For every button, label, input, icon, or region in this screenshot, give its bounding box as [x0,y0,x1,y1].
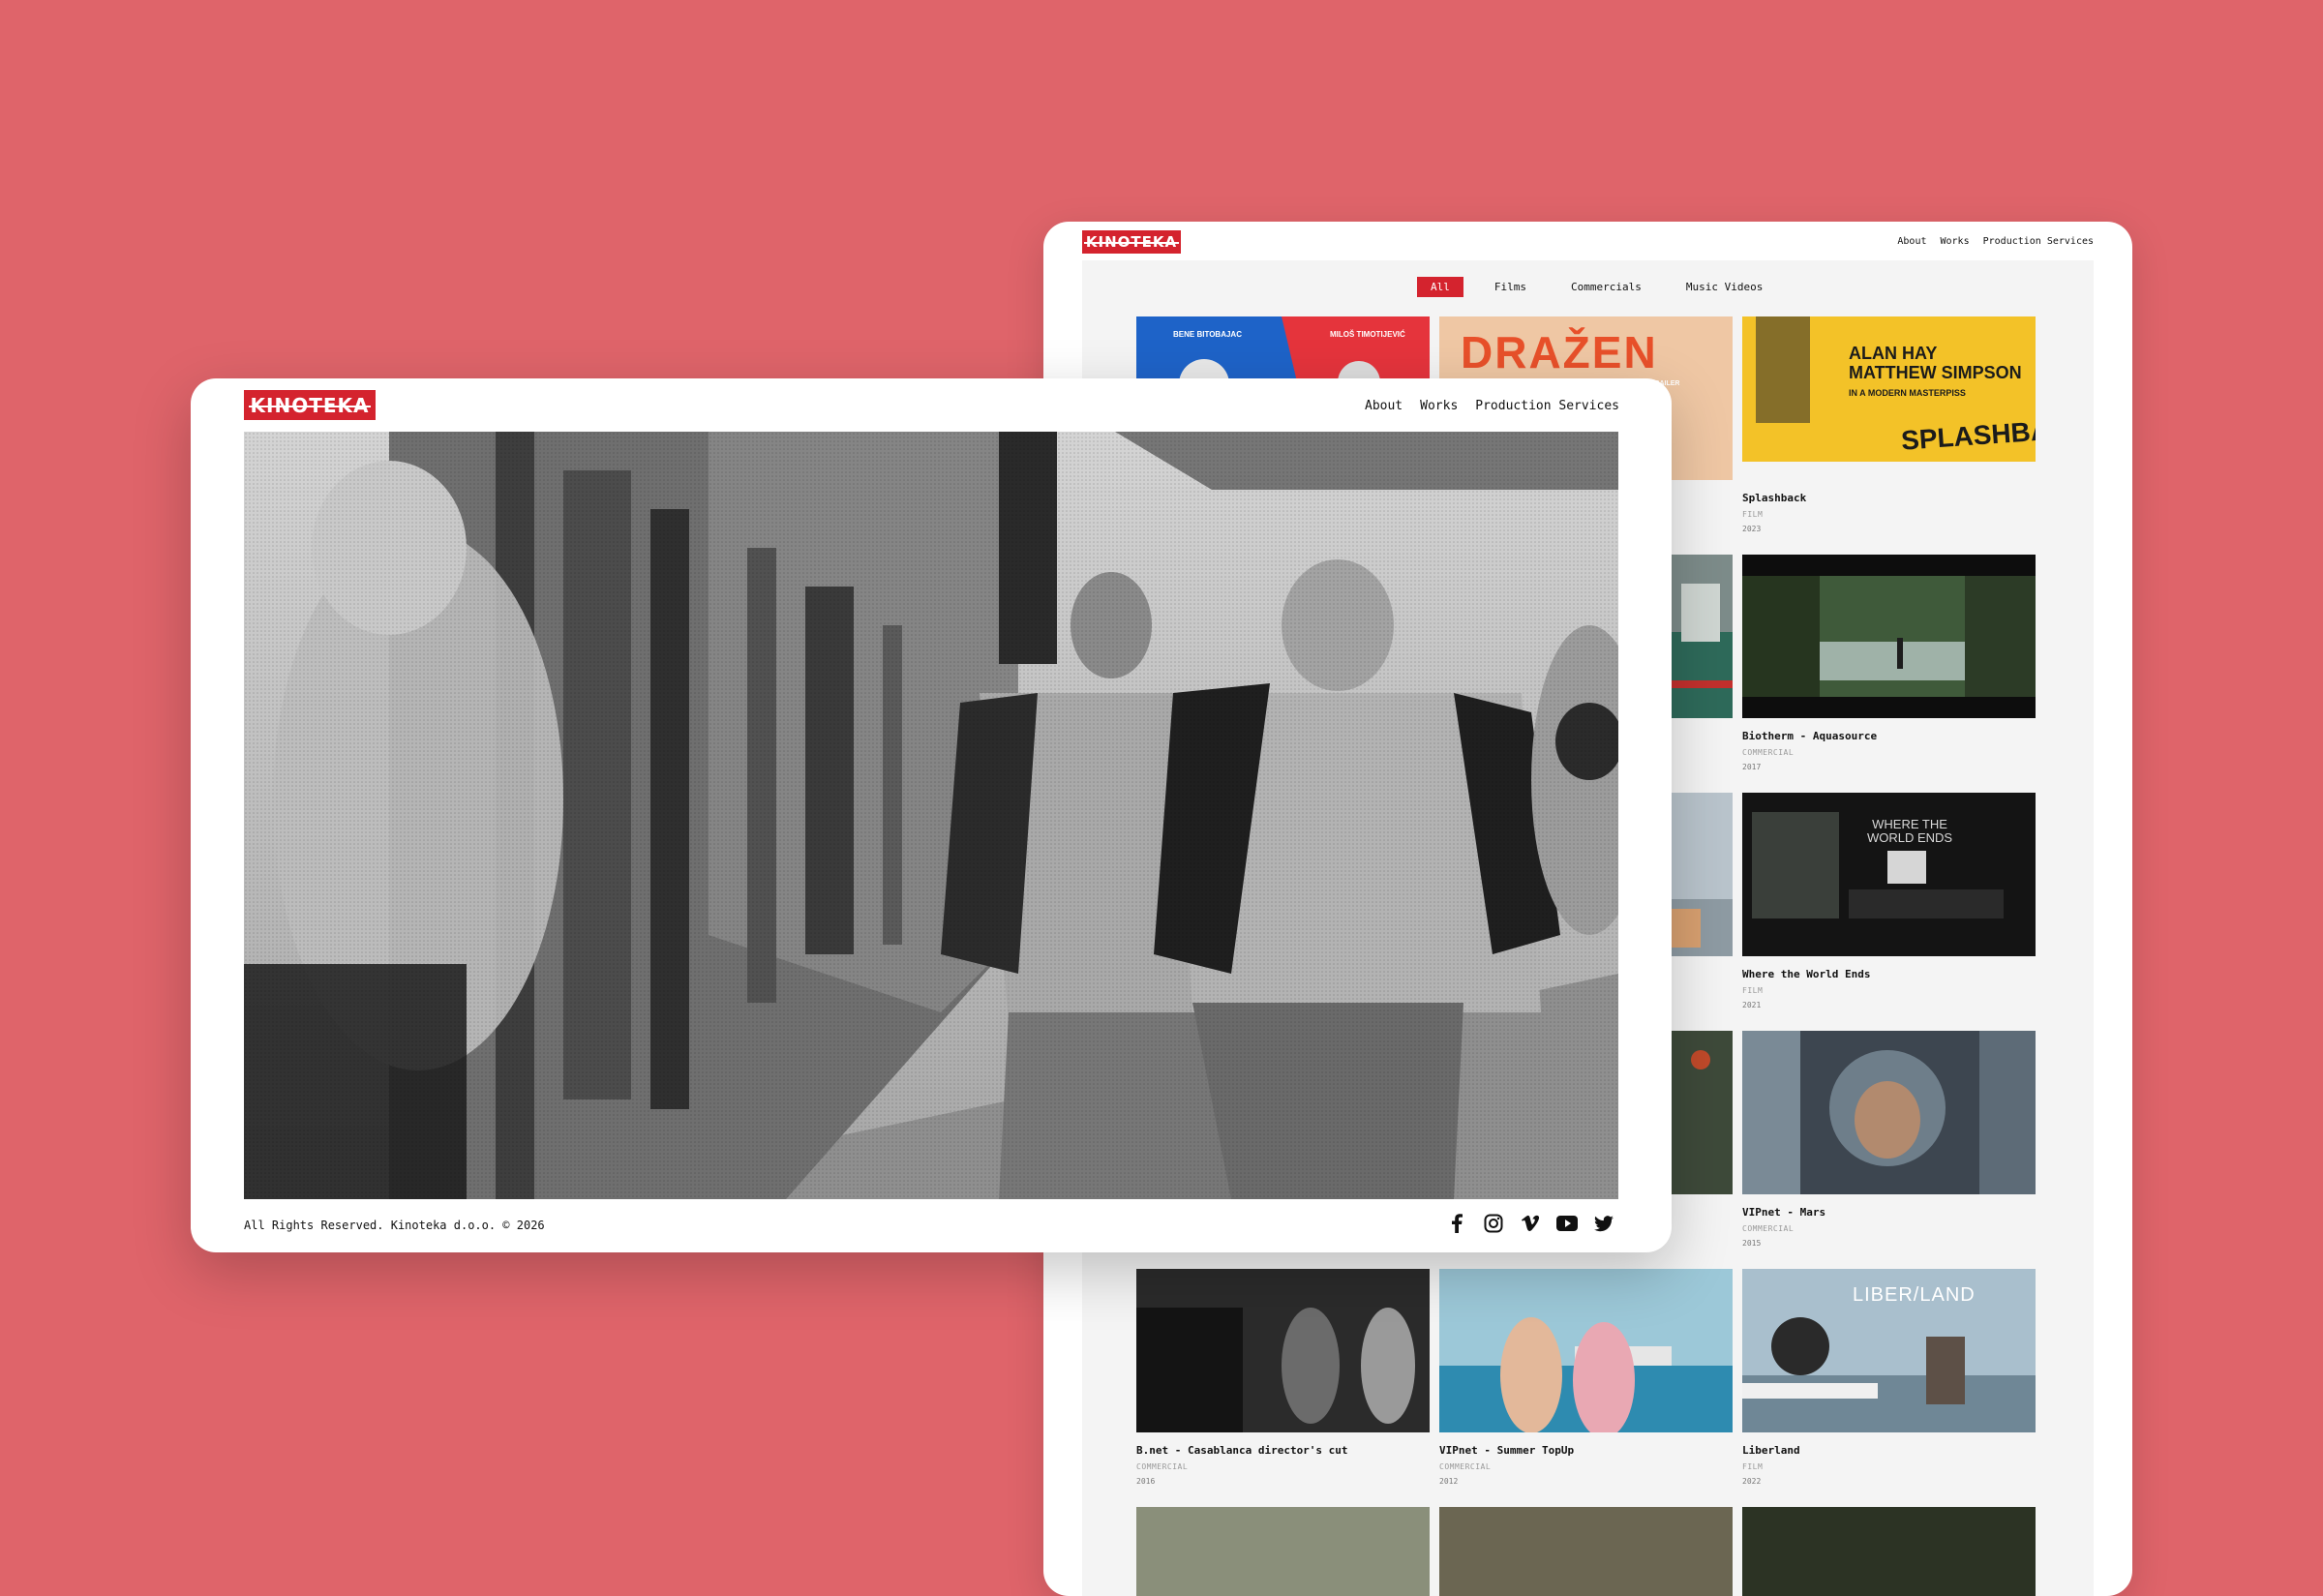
work-thumbnail[interactable]: LIBER/LAND [1742,1269,2036,1432]
work-year: 2017 [1742,763,1762,771]
work-card[interactable] [1136,1507,1430,1596]
nav-production-services[interactable]: Production Services [1475,399,1619,413]
work-type: COMMERCIAL [1742,748,1795,757]
work-card[interactable] [1439,1507,1733,1596]
youtube-icon[interactable] [1556,1213,1578,1234]
filter-films[interactable]: Films [1481,277,1540,297]
twitter-icon[interactable] [1593,1213,1614,1234]
work-title[interactable]: Where the World Ends [1742,968,2036,980]
work-year: 2021 [1742,1001,1762,1009]
work-card[interactable]: VIPnet - Mars COMMERCIAL 2015 [1742,1031,2036,1248]
filter-all[interactable]: All [1417,277,1463,297]
work-type: FILM [1742,1462,1764,1471]
work-card[interactable]: VIPnet - Summer TopUp COMMERCIAL 2012 [1439,1269,1733,1486]
main-nav: About Works Production Services [1365,399,1619,413]
copyright: All Rights Reserved. Kinoteka d.o.o. © 2… [244,1219,545,1232]
nav-works[interactable]: Works [1420,399,1458,413]
main-nav: About Works Production Services [1897,236,2094,247]
drazen-title: DRAŽEN [1461,327,1658,377]
work-type: COMMERCIAL [1136,1462,1189,1471]
work-card[interactable] [1742,1507,2036,1596]
wwe-title: WHERE THE WORLD ENDS [1866,817,1953,845]
liberland-title: LIBER/LAND [1853,1284,1976,1306]
work-title[interactable]: VIPnet - Mars [1742,1206,2036,1219]
work-type: COMMERCIAL [1742,1224,1795,1233]
work-thumbnail[interactable] [1136,1507,1430,1596]
work-title[interactable]: B.net - Casablanca director's cut [1136,1444,1430,1457]
work-thumbnail[interactable] [1439,1269,1733,1432]
splashback-cast: ALAN HAY MATTHEW SIMPSON [1849,344,2022,382]
work-thumbnail[interactable] [1136,1269,1430,1432]
nav-production-services[interactable]: Production Services [1983,236,2094,247]
work-year: 2015 [1742,1239,1762,1248]
logo[interactable]: KINOTEKA [244,390,376,420]
splashback-tagline: IN A MODERN MASTERPISS [1849,388,1966,398]
work-thumbnail[interactable]: ALAN HAY MATTHEW SIMPSON IN A MODERN MAST… [1742,316,2036,480]
work-thumbnail[interactable] [1742,555,2036,718]
poster-name-1: BENE BITOBAJAC [1173,330,1242,339]
hero-video[interactable] [244,432,1618,1199]
work-thumbnail[interactable]: WHERE THE WORLD ENDS [1742,793,2036,956]
work-year: 2012 [1439,1477,1459,1486]
facebook-icon[interactable] [1446,1213,1467,1234]
work-title[interactable]: VIPnet - Summer TopUp [1439,1444,1733,1457]
nav-about[interactable]: About [1365,399,1403,413]
category-filters: All Films Commercials Music Videos [1417,277,1794,297]
work-thumbnail[interactable] [1742,1031,2036,1194]
work-type: FILM [1742,986,1764,995]
work-type: COMMERCIAL [1439,1462,1492,1471]
work-title[interactable]: Biotherm - Aquasource [1742,730,2036,742]
hero-frame [244,432,1618,1199]
instagram-icon[interactable] [1483,1213,1504,1234]
vimeo-icon[interactable] [1520,1213,1541,1234]
filter-commercials[interactable]: Commercials [1557,277,1655,297]
social-links [1446,1213,1614,1234]
nav-works[interactable]: Works [1941,236,1970,247]
work-title[interactable]: Liberland [1742,1444,2036,1457]
work-thumbnail[interactable] [1742,1507,2036,1596]
work-card[interactable]: WHERE THE WORLD ENDS Where the World End… [1742,793,2036,1009]
nav-about[interactable]: About [1897,236,1926,247]
filter-music-videos[interactable]: Music Videos [1673,277,1776,297]
work-card[interactable]: ALAN HAY MATTHEW SIMPSON IN A MODERN MAST… [1742,316,2036,533]
work-thumbnail[interactable] [1439,1507,1733,1596]
home-browser-window: KINOTEKA About Works Production Services [191,378,1672,1252]
poster-name-2: MILOŠ TIMOTIJEVIĆ [1330,330,1405,339]
work-year: 2022 [1742,1477,1762,1486]
work-year: 2023 [1742,525,1762,533]
work-type: FILM [1742,510,1764,519]
work-card[interactable]: Biotherm - Aquasource COMMERCIAL 2017 [1742,555,2036,771]
work-title[interactable]: Splashback [1742,492,2036,504]
works-header: KINOTEKA About Works Production Services [1082,230,2094,259]
work-card[interactable]: B.net - Casablanca director's cut COMMER… [1136,1269,1430,1486]
work-card[interactable]: LIBER/LAND Liberland FILM 2022 [1742,1269,2036,1486]
logo[interactable]: KINOTEKA [1082,230,1181,254]
work-year: 2016 [1136,1477,1156,1486]
